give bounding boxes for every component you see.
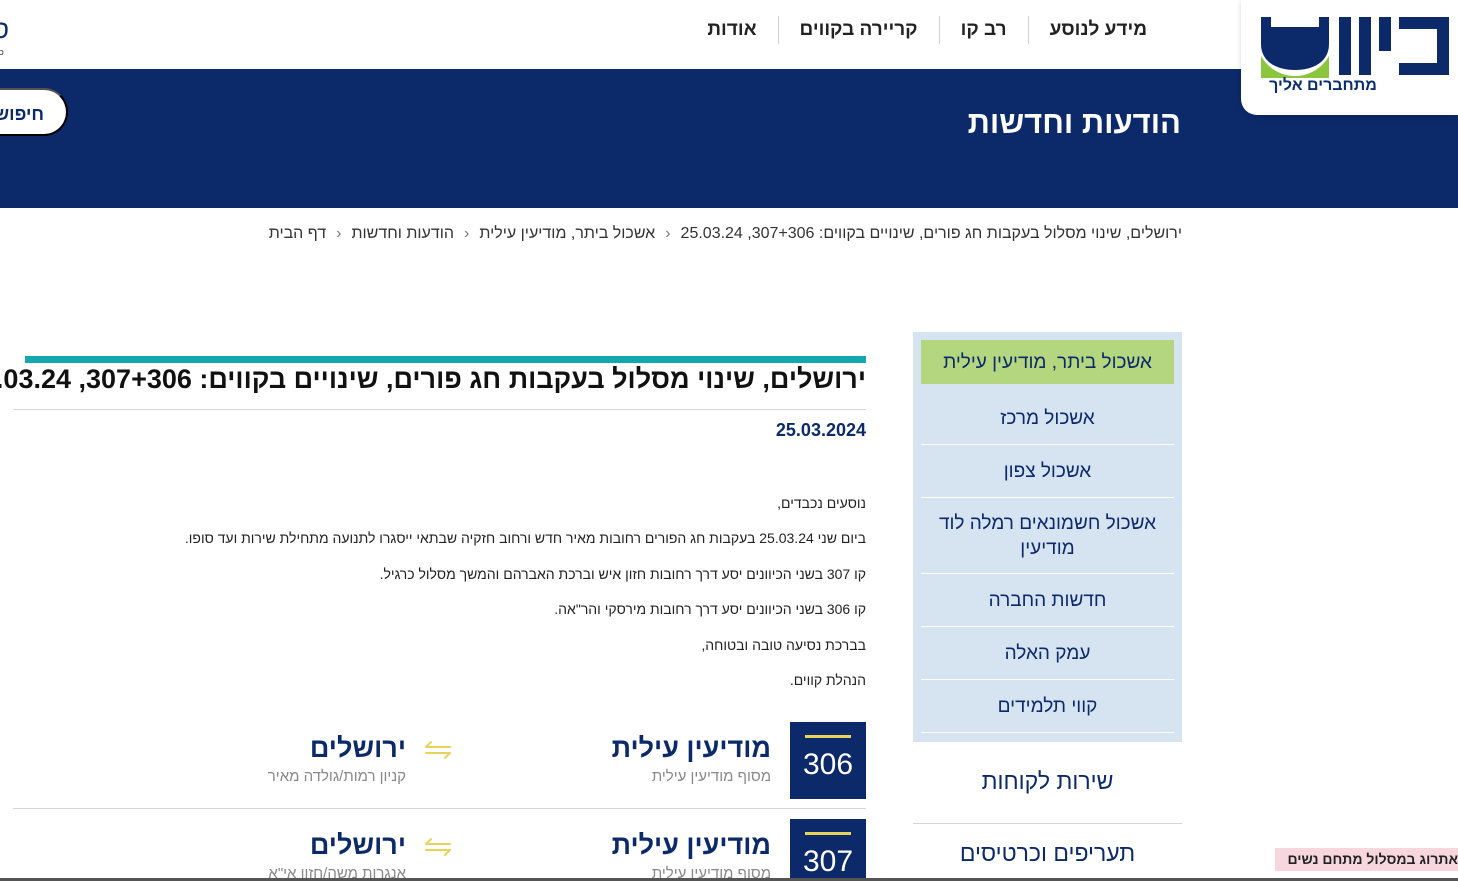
sidebar-item-center[interactable]: אשכול מרכז: [921, 392, 1174, 445]
hero-banner: הודעות וחדשות חיפוש: [0, 69, 1458, 208]
sidebar-item-beitar-modiin-illit[interactable]: אשכול ביתר, מודיעין עילית: [921, 340, 1174, 384]
article-title: ירושלים, שינוי מסלול בעקבות חג פורים, שי…: [0, 364, 866, 394]
route-destination: ירושלים אנגרות משה/חזון אי"א: [268, 829, 406, 881]
route-number-badge: 306: [790, 722, 866, 799]
sidebar-item-north[interactable]: אשכול צפון: [921, 445, 1174, 498]
page-title: הודעות וחדשות: [967, 105, 1181, 140]
notice-tag[interactable]: אתרוג במסלול מתחם נשים: [1275, 848, 1458, 871]
destination-stop: קניון רמות/גולדה מאיר: [267, 768, 406, 785]
route-badge-accent: [805, 832, 851, 835]
sidebar-item-emek-haela[interactable]: עמק האלה: [921, 627, 1174, 680]
route-card-306[interactable]: 306 מודיעין עילית מסוף מודיעין עילית ירו…: [13, 722, 866, 808]
bidirectional-arrow-icon: [425, 741, 451, 759]
cut-off-header-subtext: ס: [0, 48, 4, 58]
breadcrumb-news[interactable]: הודעות וחדשות: [351, 225, 454, 243]
sidebar-item-hashmonaim-ramla-lod[interactable]: אשכול חשמונאים רמלה לוד מודיעין: [921, 498, 1174, 574]
fares-and-tickets-link[interactable]: תעריפים וכרטיסים: [913, 840, 1182, 867]
breadcrumb-chevron-icon: ‹: [464, 225, 470, 242]
route-divider: [13, 808, 866, 809]
article-paragraph: קו 306 בשני הכיוונים יסע דרך רחובות מירס…: [554, 601, 866, 618]
cut-off-header-text: ס: [0, 14, 10, 44]
search-button[interactable]: חיפוש: [0, 88, 68, 136]
top-nav-bar: ס ס מידע לנוסע רב קו קריירה בקווים אודות: [0, 0, 1458, 69]
breadcrumb-cluster[interactable]: אשכול ביתר, מודיעין עילית: [479, 225, 655, 243]
nav-careers[interactable]: קריירה בקווים: [779, 16, 939, 44]
destination-city: ירושלים: [309, 830, 406, 860]
bidirectional-arrow-icon: [425, 838, 451, 856]
article-paragraph: בברכת נסיעה טובה ובטוחה,: [701, 636, 866, 653]
route-origin: מודיעין עילית מסוף מודיעין עילית: [612, 829, 771, 881]
article-paragraph: ביום שני 25.03.24 בעקבות חג הפורים רחובו…: [184, 530, 866, 547]
origin-city: מודיעין עילית: [611, 733, 771, 763]
route-number-badge: 307: [790, 819, 866, 881]
article-paragraph: הנהלת קווים.: [789, 671, 866, 688]
breadcrumb-chevron-icon: ‹: [336, 225, 342, 242]
sidebar-item-company-news[interactable]: חדשות החברה: [921, 574, 1174, 627]
breadcrumb-home[interactable]: דף הבית: [269, 225, 326, 243]
kavim-logo[interactable]: מתחברים אליך: [1241, 0, 1458, 115]
article-date: 25.03.2024: [775, 420, 866, 440]
route-origin: מודיעין עילית מסוף מודיעין עילית: [612, 732, 771, 785]
origin-stop: מסוף מודיעין עילית: [651, 768, 771, 785]
nav-about[interactable]: אודות: [686, 16, 777, 44]
route-destination: ירושלים קניון רמות/גולדה מאיר: [268, 732, 406, 785]
route-badge-accent: [805, 735, 851, 738]
article-body: נוסעים נכבדים, ביום שני 25.03.24 בעקבות …: [106, 493, 866, 705]
sidebar-item-student-lines[interactable]: קווי תלמידים: [921, 680, 1174, 733]
breadcrumb-current: ירושלים, שינוי מסלול בעקבות חג פורים, שי…: [680, 225, 1182, 242]
breadcrumb-chevron-icon: ‹: [665, 225, 671, 242]
nav-rav-kav[interactable]: רב קו: [940, 16, 1028, 44]
article-paragraph: קו 307 בשני הכיוונים יסע דרך רחובות חזון…: [379, 565, 866, 582]
nav-passenger-info[interactable]: מידע לנוסע: [1029, 16, 1168, 44]
main-nav: מידע לנוסע רב קו קריירה בקווים אודות: [686, 16, 1168, 44]
article-accent-bar: [25, 356, 866, 363]
title-divider: [13, 409, 866, 410]
category-sidebar: אשכול ביתר, מודיעין עילית אשכול מרכז אשכ…: [913, 332, 1182, 742]
origin-city: מודיעין עילית: [611, 830, 771, 860]
route-number: 306: [802, 748, 854, 781]
sidebar-divider: [913, 823, 1182, 824]
route-card-307[interactable]: 307 מודיעין עילית מסוף מודיעין עילית ירו…: [13, 819, 866, 881]
article-paragraph: נוסעים נכבדים,: [777, 495, 866, 511]
customer-service-link[interactable]: שירות לקוחות: [913, 768, 1182, 795]
logo-tagline: מתחברים אליך: [1269, 77, 1377, 94]
breadcrumb: דף הבית ‹ הודעות וחדשות ‹ אשכול ביתר, מו…: [269, 225, 1182, 243]
route-number: 307: [802, 845, 854, 878]
destination-city: ירושלים: [309, 733, 406, 763]
kavim-logo-mark-icon: [1261, 17, 1449, 78]
